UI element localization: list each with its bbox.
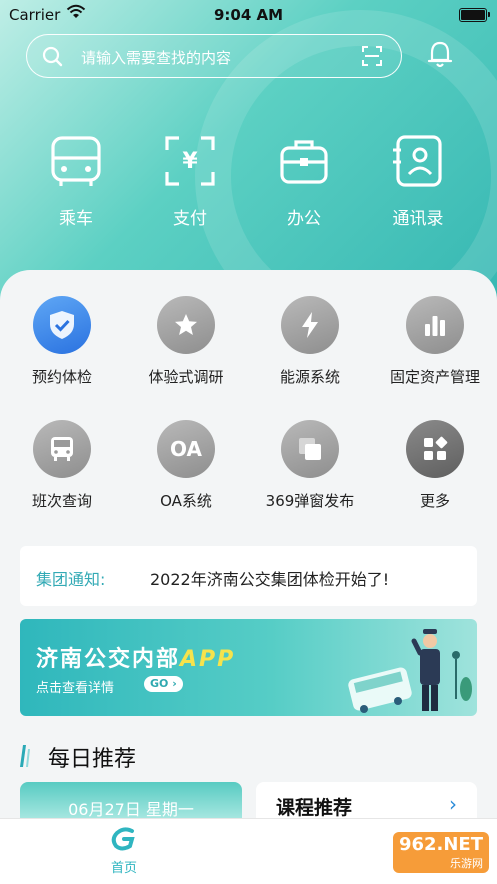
search-input[interactable]: 请输入需要查找的内容 xyxy=(81,47,231,68)
quick-ride-label: 乘车 xyxy=(59,209,93,229)
app-label: 能源系统 xyxy=(279,368,340,386)
app-schedule[interactable]: 班次查询 xyxy=(0,420,124,511)
shield-check-icon xyxy=(33,296,91,354)
grid-more-icon xyxy=(406,420,464,478)
star-icon xyxy=(157,296,215,354)
quick-office-label: 办公 xyxy=(287,209,321,229)
lightning-icon xyxy=(281,296,339,354)
app-banner[interactable]: 济南公交内部APP 点击查看详情 GO › xyxy=(20,619,477,716)
search-bar[interactable]: 请输入需要查找的内容 xyxy=(26,34,402,78)
date-label: 06月27日 星期一 xyxy=(68,800,194,819)
notice-tag: 集团通知: xyxy=(36,570,106,589)
app-label: 体验式调研 xyxy=(148,368,224,386)
tab-home[interactable]: 首页 xyxy=(104,827,144,876)
scan-pay-icon: ¥ xyxy=(165,136,215,186)
bar-chart-icon xyxy=(406,296,464,354)
app-popup-publish[interactable]: 369弹窗发布 xyxy=(248,420,372,511)
app-label: 班次查询 xyxy=(31,492,92,510)
section-title: 每日推荐 xyxy=(48,747,137,772)
banner-go-button[interactable]: GO › xyxy=(144,676,183,692)
svg-text:¥: ¥ xyxy=(182,149,198,174)
contacts-icon xyxy=(393,135,442,187)
quick-pay[interactable]: ¥ 支付 xyxy=(140,132,240,229)
clock-time: 9:04 AM xyxy=(213,6,284,24)
battery-icon xyxy=(459,8,490,22)
app-physical-exam[interactable]: 预约体检 xyxy=(0,296,124,387)
banner-title-accent: APP xyxy=(180,647,236,672)
app-oa[interactable]: OA OA系统 xyxy=(124,420,248,511)
quick-actions: 乘车 ¥ 支付 办公 通讯录 xyxy=(0,132,497,242)
app-label: 369弹窗发布 xyxy=(265,492,355,510)
quick-ride[interactable]: 乘车 xyxy=(26,132,126,229)
status-bar: Carrier 9:04 AM xyxy=(0,4,497,26)
app-survey[interactable]: 体验式调研 xyxy=(124,296,248,387)
briefcase-icon xyxy=(280,140,328,184)
app-more[interactable]: 更多 xyxy=(373,420,497,511)
quick-pay-label: 支付 xyxy=(173,209,207,229)
banner-title: 济南公交内部APP xyxy=(36,647,236,672)
app-label: OA系统 xyxy=(160,492,212,510)
bell-icon[interactable] xyxy=(426,40,454,74)
app-label: 更多 xyxy=(419,492,450,510)
app-label: 固定资产管理 xyxy=(389,368,480,386)
course-label: 课程推荐 xyxy=(276,797,353,819)
quick-contacts[interactable]: 通讯录 xyxy=(368,132,468,229)
notice-text[interactable]: 2022年济南公交集团体检开始了! xyxy=(150,566,389,590)
scan-icon[interactable] xyxy=(361,45,383,71)
tab-home-label: 首页 xyxy=(110,861,137,876)
section-marker-icon xyxy=(20,745,30,767)
site-watermark: 962.NET 乐游网 xyxy=(392,832,489,873)
search-icon xyxy=(41,45,65,73)
app-assets[interactable]: 固定资产管理 xyxy=(373,296,497,387)
quick-contacts-label: 通讯录 xyxy=(392,209,444,229)
bus-icon xyxy=(51,136,101,186)
group-notice[interactable]: 集团通知: 2022年济南公交集团体检开始了! xyxy=(20,546,477,606)
chevron-right-icon: › xyxy=(449,792,457,816)
app-energy[interactable]: 能源系统 xyxy=(248,296,372,387)
windows-stack-icon xyxy=(281,420,339,478)
bus-small-icon xyxy=(33,420,91,478)
app-label: 预约体检 xyxy=(31,368,92,386)
quick-office[interactable]: 办公 xyxy=(254,132,354,229)
banner-subtitle: 点击查看详情 xyxy=(36,681,115,696)
oa-icon: OA xyxy=(157,420,215,478)
bus-driver-illustration xyxy=(348,629,472,713)
home-logo-icon xyxy=(111,827,135,851)
